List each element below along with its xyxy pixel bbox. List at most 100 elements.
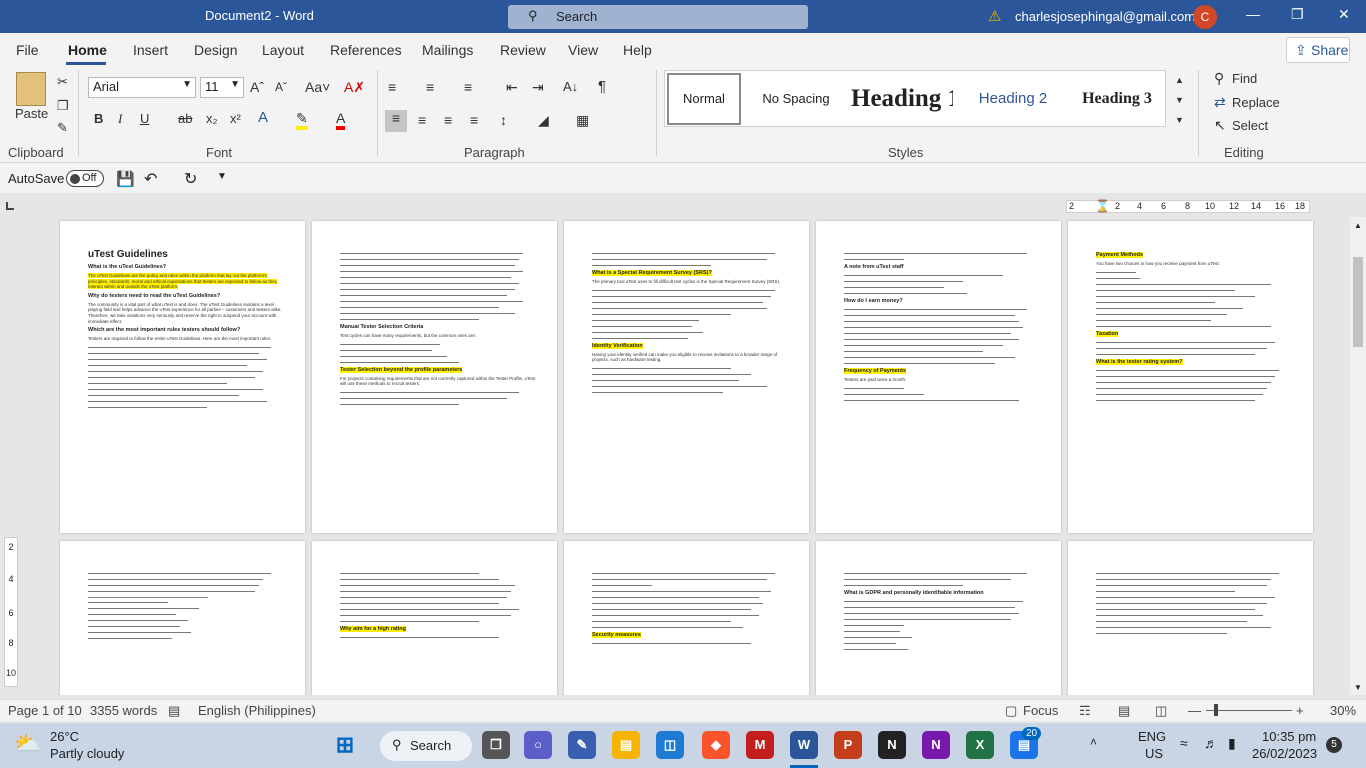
document-area[interactable]: 2 4 6 8 10 uTest Guidelines What is the … bbox=[0, 217, 1350, 695]
redo-icon[interactable]: ↻ bbox=[184, 169, 197, 189]
style-heading-1[interactable]: Heading 1 bbox=[851, 73, 953, 125]
undo-icon[interactable]: ↶ bbox=[144, 169, 157, 189]
paste-icon[interactable] bbox=[16, 72, 46, 106]
document-page[interactable] bbox=[60, 541, 305, 695]
web-layout-icon[interactable]: ◫ bbox=[1155, 703, 1167, 719]
zoom-slider[interactable] bbox=[1206, 710, 1292, 711]
input-language[interactable]: ENG bbox=[1138, 729, 1166, 744]
find-icon[interactable]: ⚲ bbox=[1214, 70, 1224, 86]
bullets-icon[interactable]: ≡ bbox=[388, 79, 396, 95]
tab-view[interactable]: View bbox=[568, 42, 598, 58]
copy-icon[interactable]: ❐ bbox=[57, 98, 69, 114]
style-normal[interactable]: Normal bbox=[667, 73, 741, 125]
bold-icon[interactable]: B bbox=[94, 111, 103, 127]
notion-icon[interactable]: N bbox=[878, 731, 906, 759]
onenote-icon[interactable]: N bbox=[922, 731, 950, 759]
chat-icon[interactable]: ○ bbox=[524, 731, 552, 759]
tab-mailings[interactable]: Mailings bbox=[422, 42, 473, 58]
decrease-indent-icon[interactable]: ⇤ bbox=[506, 79, 518, 95]
document-page[interactable]: A note from uTest staff How do I earn mo… bbox=[816, 221, 1061, 533]
zoom-out-icon[interactable]: — bbox=[1188, 703, 1201, 718]
document-page[interactable]: Manual Tester Selection Criteria Test cy… bbox=[312, 221, 557, 533]
replace-label[interactable]: Replace bbox=[1232, 95, 1280, 111]
temperature[interactable]: 26°C bbox=[50, 729, 79, 744]
tab-layout[interactable]: Layout bbox=[262, 42, 304, 58]
powerpoint-icon[interactable]: P bbox=[834, 731, 862, 759]
shading-icon[interactable]: ◢ bbox=[538, 112, 549, 128]
brave-icon[interactable]: ◆ bbox=[702, 731, 730, 759]
highlight-icon[interactable]: ✎ bbox=[296, 110, 308, 130]
tab-help[interactable]: Help bbox=[623, 42, 652, 58]
scroll-down-icon[interactable]: ▼ bbox=[1354, 683, 1362, 692]
excel-icon[interactable]: X bbox=[966, 731, 994, 759]
cut-icon[interactable]: ✂ bbox=[57, 74, 68, 90]
task-view-icon[interactable]: ❐ bbox=[482, 731, 510, 759]
scroll-up-icon[interactable]: ▲ bbox=[1354, 221, 1362, 230]
account-email[interactable]: charlesjosephingal@gmail.com bbox=[1015, 9, 1195, 24]
change-case-icon[interactable]: Aa˅ bbox=[305, 79, 330, 95]
style-no-spacing[interactable]: No Spacing bbox=[751, 73, 841, 125]
battery-icon[interactable]: ▮ bbox=[1228, 735, 1236, 752]
sort-icon[interactable]: A↓ bbox=[563, 79, 578, 95]
zoom-slider-thumb[interactable] bbox=[1214, 704, 1218, 716]
read-mode-icon[interactable]: ☶ bbox=[1079, 703, 1091, 719]
more-styles-icon[interactable]: ▼ bbox=[1175, 112, 1184, 128]
file-explorer-icon[interactable]: ▤ bbox=[612, 731, 640, 759]
taskbar-search[interactable]: ⚲ Search bbox=[380, 731, 472, 761]
minimize-icon[interactable]: — bbox=[1246, 6, 1260, 22]
restore-icon[interactable]: ❐ bbox=[1291, 6, 1304, 23]
replace-icon[interactable]: ⇄ bbox=[1214, 94, 1226, 110]
mcafee-icon[interactable]: M bbox=[746, 731, 774, 759]
document-page[interactable]: uTest Guidelines What is the uTest Guide… bbox=[60, 221, 305, 533]
avatar[interactable]: C bbox=[1193, 5, 1217, 29]
shrink-font-icon[interactable]: Aˇ bbox=[275, 79, 287, 95]
chevron-down-icon[interactable]: ▼ bbox=[1175, 92, 1184, 108]
autosave-toggle[interactable]: Off bbox=[66, 170, 104, 187]
start-icon[interactable]: ⊞ bbox=[331, 731, 359, 759]
justify-icon[interactable]: ≡ bbox=[470, 112, 478, 128]
select-icon[interactable]: ↖ bbox=[1214, 117, 1226, 133]
font-color-icon[interactable]: A bbox=[336, 110, 346, 130]
tab-home[interactable]: Home bbox=[68, 42, 107, 58]
share-button[interactable]: ⇪ Share bbox=[1286, 37, 1350, 63]
horizontal-ruler[interactable]: 2 ⌛ 2 4 6 8 10 12 14 16 18 bbox=[1066, 199, 1310, 213]
search-box[interactable]: ⚲ Search bbox=[508, 5, 808, 29]
document-page[interactable]: Payment Methods You have two choices in … bbox=[1068, 221, 1313, 533]
document-page[interactable]: Why aim for a high rating bbox=[312, 541, 557, 695]
wifi-icon[interactable]: ≈ bbox=[1180, 735, 1188, 751]
select-label[interactable]: Select bbox=[1232, 118, 1268, 134]
clock-time[interactable]: 10:35 pm bbox=[1262, 729, 1316, 744]
tab-file[interactable]: File bbox=[16, 42, 39, 58]
strikethrough-icon[interactable]: ab bbox=[178, 111, 192, 127]
page-count[interactable]: Page 1 of 10 bbox=[8, 703, 82, 718]
notification-count[interactable]: 5 bbox=[1326, 737, 1342, 753]
document-page[interactable]: What is GDPR and personally identifiable… bbox=[816, 541, 1061, 695]
input-region[interactable]: US bbox=[1145, 746, 1163, 761]
word-count[interactable]: 3355 words bbox=[90, 703, 157, 718]
clock-date[interactable]: 26/02/2023 bbox=[1252, 746, 1317, 761]
font-name-dropdown[interactable]: Arial ▼ bbox=[88, 77, 196, 98]
text-effects-icon[interactable]: A bbox=[258, 110, 268, 126]
multilevel-list-icon[interactable]: ≡ bbox=[464, 79, 472, 95]
italic-icon[interactable]: I bbox=[118, 111, 122, 127]
style-heading-2[interactable]: Heading 2 bbox=[965, 73, 1061, 125]
align-right-icon[interactable]: ≡ bbox=[444, 112, 452, 128]
print-layout-icon[interactable]: ▤ bbox=[1118, 703, 1130, 719]
save-icon[interactable]: 💾 bbox=[116, 170, 135, 188]
tab-insert[interactable]: Insert bbox=[133, 42, 168, 58]
warning-icon[interactable]: ⚠ bbox=[988, 7, 1001, 25]
scroll-thumb[interactable] bbox=[1353, 257, 1363, 347]
underline-icon[interactable]: U bbox=[140, 111, 149, 127]
weather-text[interactable]: Partly cloudy bbox=[50, 746, 124, 761]
chevron-up-icon[interactable]: ˄ bbox=[1090, 735, 1097, 749]
zoom-in-icon[interactable]: + bbox=[1296, 703, 1304, 718]
word-icon[interactable]: W bbox=[790, 731, 818, 759]
document-page[interactable]: What is a Special Requirement Survey (SR… bbox=[564, 221, 809, 533]
tab-review[interactable]: Review bbox=[500, 42, 546, 58]
document-page[interactable]: Security measures bbox=[564, 541, 809, 695]
increase-indent-icon[interactable]: ⇥ bbox=[532, 79, 544, 95]
numbering-icon[interactable]: ≡ bbox=[426, 79, 434, 95]
find-label[interactable]: Find bbox=[1232, 71, 1257, 87]
focus-icon[interactable]: ▢ bbox=[1005, 703, 1017, 719]
proofing-icon[interactable]: ▤ bbox=[168, 703, 180, 719]
